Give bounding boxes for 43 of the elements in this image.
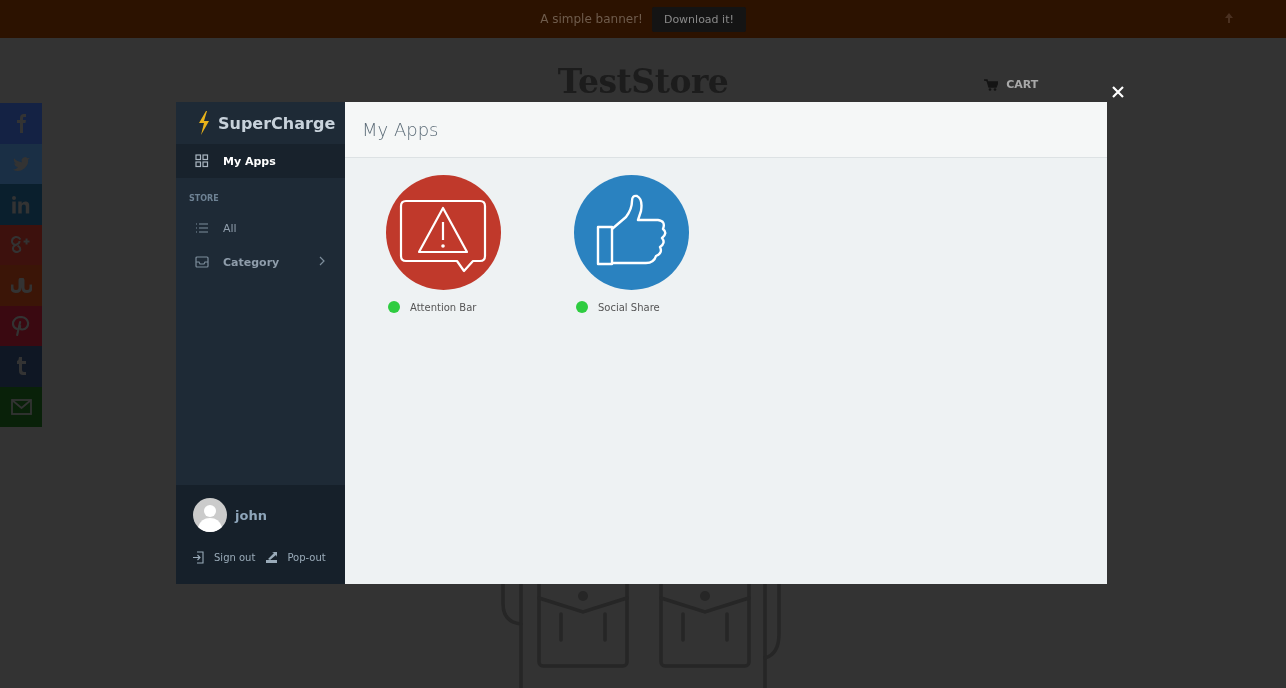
mail-icon xyxy=(10,398,32,415)
close-icon xyxy=(1111,85,1125,99)
nav-item[interactable]: My Apps xyxy=(176,144,345,178)
footer-link[interactable]: Pop-out xyxy=(265,551,326,564)
tumblr-icon xyxy=(15,356,27,377)
share-button[interactable] xyxy=(0,143,42,184)
stumbleupon-icon xyxy=(10,278,32,293)
grid-icon xyxy=(195,154,209,168)
linkedin-icon xyxy=(11,194,31,214)
nav-item[interactable]: All xyxy=(176,211,345,245)
avatar-icon xyxy=(193,498,227,532)
facebook-icon xyxy=(15,112,27,134)
chevron-icon xyxy=(319,255,325,266)
share-button[interactable] xyxy=(0,224,42,265)
googleplus-icon xyxy=(11,236,31,254)
share-button[interactable] xyxy=(0,305,42,346)
app-alert-icon[interactable] xyxy=(386,175,501,290)
cart-icon xyxy=(984,78,999,91)
footer-link[interactable]: Sign out xyxy=(192,551,256,564)
download-button[interactable]: Download it! xyxy=(651,6,746,32)
brand-name: SuperCharge xyxy=(218,113,336,133)
share-button[interactable] xyxy=(0,184,42,225)
share-button[interactable] xyxy=(0,386,42,427)
share-button[interactable] xyxy=(0,103,42,144)
inbox-icon xyxy=(195,255,209,269)
content-title: My Apps xyxy=(345,102,1107,158)
share-button[interactable] xyxy=(0,346,42,387)
section-label: STORE xyxy=(188,193,220,205)
pop-out-icon xyxy=(265,551,279,564)
lightning-icon xyxy=(197,111,211,135)
nav-item[interactable]: Category xyxy=(176,245,345,279)
pinterest-icon xyxy=(12,315,30,336)
banner-text: A simple banner! xyxy=(540,12,643,26)
arrow-up-icon xyxy=(1224,12,1234,24)
app-name: Social Share xyxy=(598,301,660,313)
sign-out-icon xyxy=(192,551,205,564)
app-name: Attention Bar xyxy=(410,301,477,313)
twitter-icon xyxy=(11,155,31,172)
list-icon xyxy=(195,221,209,235)
share-button[interactable] xyxy=(0,265,42,306)
app-thumbs-up-icon[interactable] xyxy=(574,175,689,290)
cart-link[interactable]: CART xyxy=(984,78,1039,91)
user-name: john xyxy=(235,507,267,523)
